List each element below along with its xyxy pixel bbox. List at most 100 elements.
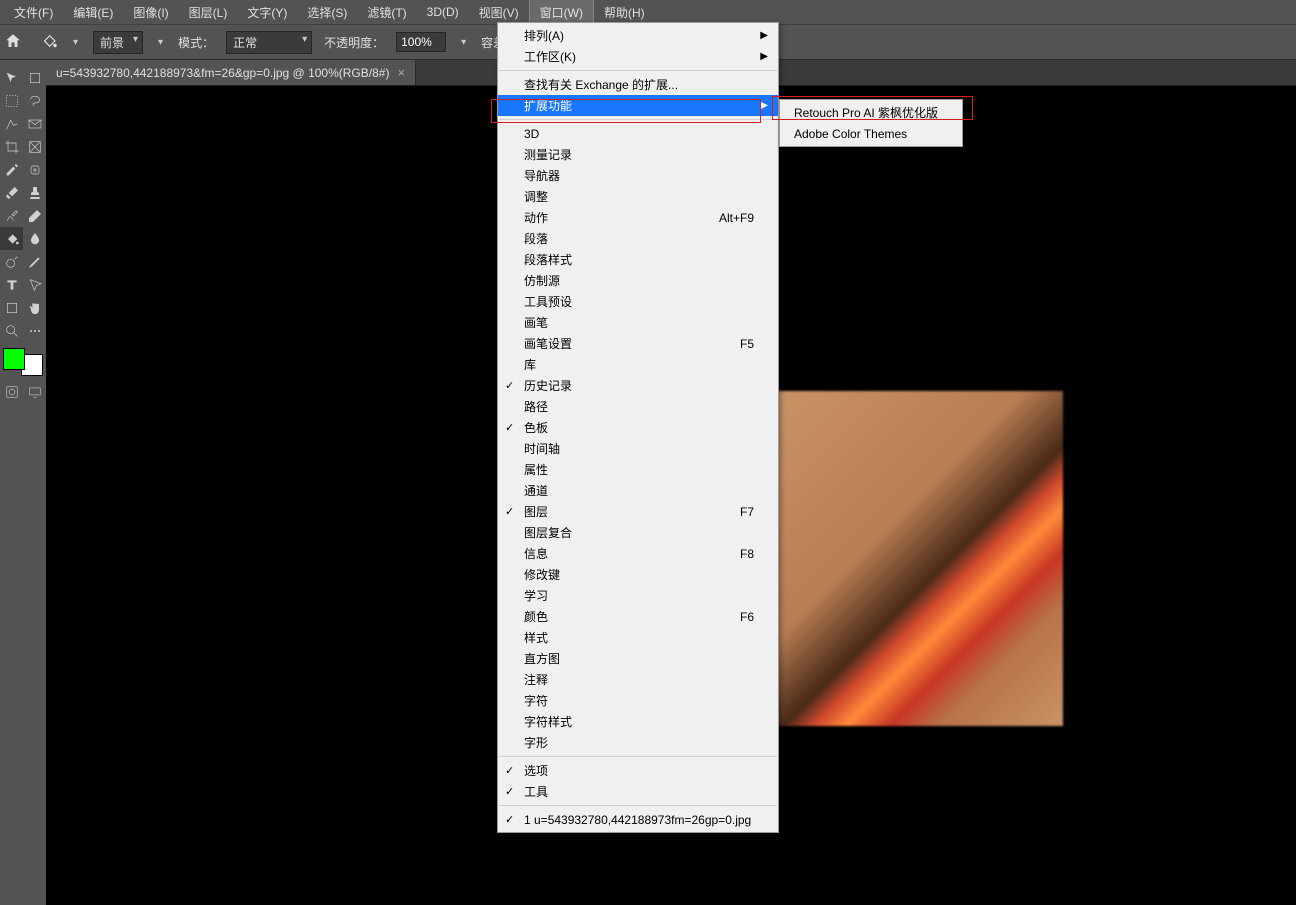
type-tool[interactable]: [0, 273, 23, 296]
lasso-tool[interactable]: [23, 89, 46, 112]
menu-item-label: 段落: [524, 230, 548, 247]
submenu-arrow-icon: ▶: [760, 30, 768, 41]
menu-item[interactable]: 画笔设置F5: [498, 333, 778, 354]
opacity-label: 不透明度：: [324, 34, 384, 51]
menu-item[interactable]: 查找有关 Exchange 的扩展...: [498, 74, 778, 95]
submenu-item[interactable]: Adobe Color Themes: [780, 123, 962, 144]
menu-bar: 文件(F) 编辑(E) 图像(I) 图层(L) 文字(Y) 选择(S) 滤镜(T…: [0, 0, 1296, 24]
menu-image[interactable]: 图像(I): [123, 0, 178, 25]
menu-item[interactable]: 图层复合: [498, 522, 778, 543]
mode-label: 模式：: [178, 34, 214, 51]
crop-tool[interactable]: [0, 135, 23, 158]
shape-tool[interactable]: [0, 296, 23, 319]
menu-item[interactable]: 学习: [498, 585, 778, 606]
menu-item[interactable]: 画笔: [498, 312, 778, 333]
menu-item[interactable]: ✓选项: [498, 760, 778, 781]
menu-view[interactable]: 视图(V): [469, 0, 529, 25]
menu-item[interactable]: 排列(A)▶: [498, 25, 778, 46]
quick-select-tool[interactable]: [0, 112, 23, 135]
menu-item[interactable]: ✓图层F7: [498, 501, 778, 522]
menu-item[interactable]: 导航器: [498, 165, 778, 186]
menu-item[interactable]: 修改键: [498, 564, 778, 585]
home-icon[interactable]: [4, 32, 22, 53]
zoom-tool[interactable]: [0, 319, 23, 342]
menu-item[interactable]: 字符样式: [498, 711, 778, 732]
menu-item-label: 画笔设置: [524, 335, 572, 352]
more-tools[interactable]: [23, 319, 46, 342]
menu-item[interactable]: 仿制源: [498, 270, 778, 291]
menu-item[interactable]: 段落样式: [498, 249, 778, 270]
menu-item[interactable]: 动作Alt+F9: [498, 207, 778, 228]
eyedropper-tool[interactable]: [0, 158, 23, 181]
menu-item[interactable]: ✓工具: [498, 781, 778, 802]
opacity-input[interactable]: 100%: [396, 32, 446, 52]
dodge-tool[interactable]: [0, 250, 23, 273]
menu-item[interactable]: 通道: [498, 480, 778, 501]
fill-chevron-icon[interactable]: ▾: [155, 37, 166, 48]
menu-item[interactable]: 字形: [498, 732, 778, 753]
menu-separator: [499, 805, 777, 806]
menu-item[interactable]: 库: [498, 354, 778, 375]
menu-item[interactable]: 工作区(K)▶: [498, 46, 778, 67]
menu-layer[interactable]: 图层(L): [179, 0, 238, 25]
bucket-tool-icon[interactable]: [34, 32, 58, 53]
blend-mode-dropdown[interactable]: 正常: [226, 31, 312, 54]
document-tab[interactable]: u=543932780,442188973&fm=26&gp=0.jpg @ 1…: [46, 60, 416, 85]
menu-item-label: 动作: [524, 209, 548, 226]
menu-item-label: 仿制源: [524, 272, 560, 289]
screenmode-icon[interactable]: [23, 382, 46, 402]
bucket-tool[interactable]: [0, 227, 23, 250]
quickmask-icon[interactable]: [0, 382, 23, 402]
menu-select[interactable]: 选择(S): [297, 0, 357, 25]
envelope-tool[interactable]: [23, 112, 46, 135]
frame-tool[interactable]: [23, 135, 46, 158]
menu-item[interactable]: 时间轴: [498, 438, 778, 459]
menu-item[interactable]: ✓1 u=543932780,442188973fm=26gp=0.jpg: [498, 809, 778, 830]
menu-item[interactable]: 段落: [498, 228, 778, 249]
marquee-tool[interactable]: [0, 89, 23, 112]
menu-item[interactable]: 样式: [498, 627, 778, 648]
menu-item[interactable]: 调整: [498, 186, 778, 207]
move-tool[interactable]: [0, 66, 23, 89]
stamp-tool[interactable]: [23, 181, 46, 204]
menu-item[interactable]: 字符: [498, 690, 778, 711]
menu-filter[interactable]: 滤镜(T): [357, 0, 416, 25]
hand-tool[interactable]: [23, 296, 46, 319]
heal-tool[interactable]: [23, 158, 46, 181]
foreground-color-swatch[interactable]: [3, 348, 25, 370]
fill-source-dropdown[interactable]: 前景: [93, 31, 143, 54]
menu-item[interactable]: 属性: [498, 459, 778, 480]
artboard-tool[interactable]: [23, 66, 46, 89]
menu-item[interactable]: 信息F8: [498, 543, 778, 564]
menu-help[interactable]: 帮助(H): [594, 0, 655, 25]
menu-item-label: 查找有关 Exchange 的扩展...: [524, 76, 678, 93]
menu-item[interactable]: 路径: [498, 396, 778, 417]
menu-item[interactable]: ✓色板: [498, 417, 778, 438]
close-icon[interactable]: ×: [397, 65, 405, 80]
opacity-chevron-icon[interactable]: ▾: [458, 37, 469, 48]
menu-item[interactable]: 测量记录: [498, 144, 778, 165]
menu-3d[interactable]: 3D(D): [417, 1, 469, 23]
menu-item[interactable]: 工具预设: [498, 291, 778, 312]
menu-item-label: 直方图: [524, 650, 560, 667]
color-swatches[interactable]: [3, 348, 43, 376]
submenu-item[interactable]: Retouch Pro AI 紫枫优化版: [780, 102, 962, 123]
history-brush-tool[interactable]: [0, 204, 23, 227]
menu-item[interactable]: ✓历史记录: [498, 375, 778, 396]
extensions-submenu: Retouch Pro AI 紫枫优化版Adobe Color Themes: [779, 99, 963, 147]
menu-edit[interactable]: 编辑(E): [63, 0, 123, 25]
menu-item[interactable]: 直方图: [498, 648, 778, 669]
blur-tool[interactable]: [23, 227, 46, 250]
menu-item[interactable]: 3D: [498, 123, 778, 144]
menu-type[interactable]: 文字(Y): [237, 0, 297, 25]
brush-tool[interactable]: [0, 181, 23, 204]
menu-item[interactable]: 扩展功能▶: [498, 95, 778, 116]
pen-tool[interactable]: [23, 250, 46, 273]
menu-item-label: 色板: [524, 419, 548, 436]
menu-item[interactable]: 颜色F6: [498, 606, 778, 627]
menu-item[interactable]: 注释: [498, 669, 778, 690]
eraser-tool[interactable]: [23, 204, 46, 227]
tool-preset-chevron-icon[interactable]: ▾: [70, 37, 81, 48]
menu-file[interactable]: 文件(F): [4, 0, 63, 25]
path-select-tool[interactable]: [23, 273, 46, 296]
